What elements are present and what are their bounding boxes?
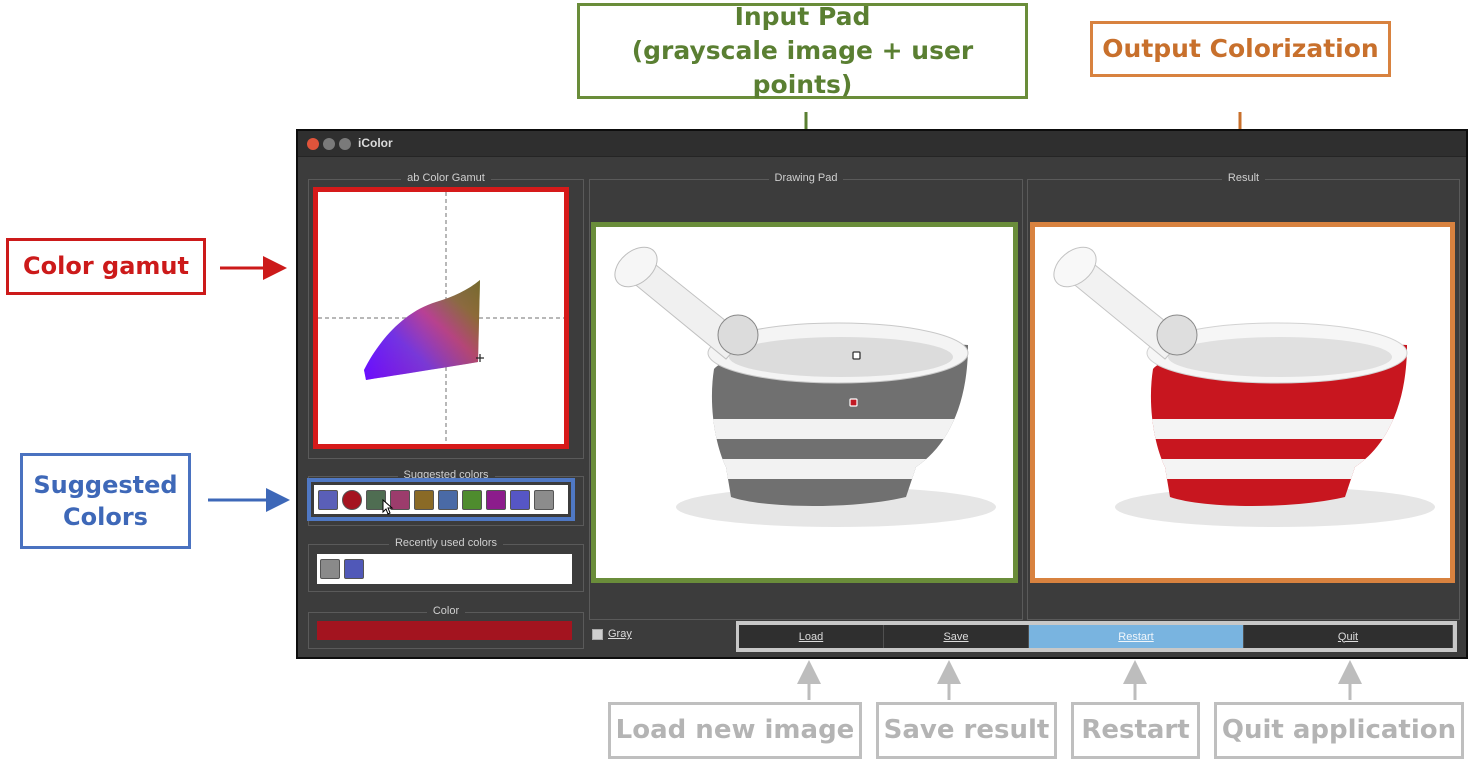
grayscale-mortar-image[interactable] <box>596 227 1013 578</box>
restart-callout-text: Restart <box>1081 714 1190 745</box>
mouse-cursor-icon <box>382 499 394 515</box>
drawing-pad-canvas[interactable] <box>591 222 1018 583</box>
gray-checkbox[interactable] <box>592 629 603 640</box>
quit-callout-text: Quit application <box>1221 714 1457 745</box>
gamut-group-title: ab Color Gamut <box>401 172 491 184</box>
save-callout-text: Save result <box>883 714 1050 745</box>
save-button-label: Save <box>943 630 969 643</box>
suggested-color-swatch[interactable] <box>342 489 362 510</box>
suggested-color-swatch[interactable] <box>318 489 338 510</box>
suggested-color-swatch[interactable] <box>534 489 554 510</box>
current-color-bar[interactable] <box>317 621 572 640</box>
suggested-callout-line1: Suggested <box>33 470 178 499</box>
suggested-colors-panel <box>307 478 575 521</box>
gray-checkbox-label[interactable]: Gray <box>608 628 632 640</box>
output-callout: Output Colorization <box>1090 21 1391 77</box>
save-button[interactable]: Save <box>884 625 1029 648</box>
recent-color-swatch[interactable] <box>344 559 364 579</box>
output-callout-text: Output Colorization <box>1102 34 1379 64</box>
restart-callout: Restart <box>1071 702 1200 759</box>
gamut-callout-text: Color gamut <box>23 252 189 281</box>
color-group-title: Color <box>426 605 466 617</box>
result-canvas <box>1030 222 1455 583</box>
icolor-window: iColor ab Color Gamut Suggested colors R… <box>296 129 1468 659</box>
color-gamut-picker[interactable] <box>313 187 569 449</box>
suggested-color-swatch[interactable] <box>486 489 506 510</box>
suggested-colors-row <box>314 485 568 514</box>
title-bar: iColor <box>298 131 1466 157</box>
quit-button[interactable]: Quit <box>1244 625 1453 648</box>
load-button[interactable]: Load <box>739 625 884 648</box>
suggested-color-swatch[interactable] <box>414 489 434 510</box>
input-pad-callout-line1: Input Pad <box>734 2 871 32</box>
colorized-mortar-image <box>1053 246 1435 527</box>
restart-button[interactable]: Restart <box>1029 625 1244 648</box>
save-callout: Save result <box>876 702 1057 759</box>
input-pad-callout: Input Pad (grayscale image + user points… <box>577 2 1028 99</box>
load-callout-text: Load new image <box>615 714 855 745</box>
suggested-color-swatch[interactable] <box>462 489 482 510</box>
load-button-label: Load <box>798 630 824 643</box>
maximize-window-icon[interactable] <box>339 138 351 150</box>
gamut-canvas[interactable] <box>318 192 564 444</box>
user-point-red <box>849 398 858 407</box>
suggested-color-swatch[interactable] <box>438 489 458 510</box>
suggested-color-swatch[interactable] <box>510 489 530 510</box>
input-pad-callout-line2: (grayscale image + user points) <box>631 36 974 99</box>
restart-button-label: Restart <box>1118 630 1154 643</box>
recent-group-title: Recently used colors <box>388 537 504 549</box>
suggested-callout: Suggested Colors <box>20 453 191 549</box>
minimize-window-icon[interactable] <box>323 138 335 150</box>
drawing-pad-title: Drawing Pad <box>768 172 844 184</box>
quit-button-label: Quit <box>1337 630 1359 643</box>
result-title: Result <box>1221 172 1266 184</box>
close-window-icon[interactable] <box>307 138 319 150</box>
gamut-callout: Color gamut <box>6 238 206 295</box>
recent-colors-row <box>317 554 572 584</box>
suggested-callout-line2: Colors <box>63 503 148 531</box>
load-callout: Load new image <box>608 702 862 759</box>
quit-callout: Quit application <box>1214 702 1464 759</box>
user-point-gray <box>852 351 861 360</box>
recent-color-swatch[interactable] <box>320 559 340 579</box>
window-title: iColor <box>358 136 393 150</box>
